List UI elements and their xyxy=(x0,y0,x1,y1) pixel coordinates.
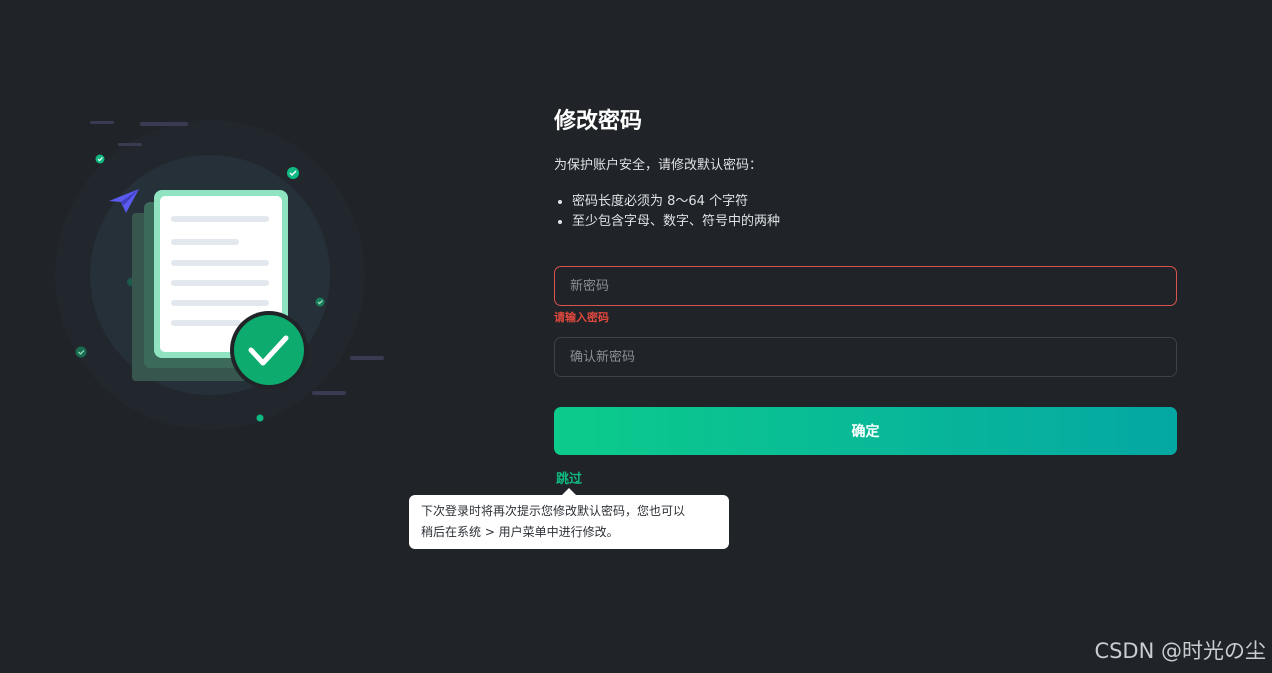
document-line xyxy=(171,300,269,306)
decor-dash xyxy=(118,143,142,146)
change-password-page: 修改密码 为保护账户安全，请修改默认密码： 密码长度必须为 8～64 个字符 至… xyxy=(0,0,1272,673)
password-rules-list: 密码长度必须为 8～64 个字符 至少包含字母、数字、符号中的两种 xyxy=(554,192,1177,232)
decor-check-dot xyxy=(315,297,325,307)
skip-tooltip: 下次登录时将再次提示您修改默认密码，您也可以 稍后在系统 > 用户菜单中进行修改… xyxy=(409,488,729,549)
new-password-input[interactable] xyxy=(554,266,1177,306)
tooltip-line-1: 下次登录时将再次提示您修改默认密码，您也可以 xyxy=(421,504,686,518)
tooltip-line-2: 稍后在系统 > 用户菜单中进行修改。 xyxy=(421,525,619,539)
decor-check-dot xyxy=(256,414,264,422)
decor-check-dot xyxy=(75,346,87,358)
page-title: 修改密码 xyxy=(554,109,643,134)
confirm-password-input[interactable] xyxy=(554,337,1177,377)
decor-check-dot xyxy=(287,167,299,179)
decor-check-dot xyxy=(95,154,105,164)
decor-dash xyxy=(312,391,346,395)
document-line xyxy=(171,239,239,245)
decor-dash xyxy=(140,122,188,126)
document-check-illustration xyxy=(55,120,384,430)
confirm-button[interactable]: 确定 xyxy=(554,407,1177,455)
document-line xyxy=(171,320,241,326)
password-rule-charset: 至少包含字母、数字、符号中的两种 xyxy=(572,212,1177,232)
change-password-form: 修改密码 为保护账户安全，请修改默认密码： 密码长度必须为 8～64 个字符 至… xyxy=(554,100,1177,487)
new-password-error: 请输入密码 xyxy=(554,311,609,324)
decor-dash xyxy=(90,121,114,124)
document-line xyxy=(171,280,269,286)
decor-dash xyxy=(350,356,384,360)
password-rule-length: 密码长度必须为 8～64 个字符 xyxy=(572,192,1177,212)
watermark: CSDN @时光の尘 xyxy=(1094,639,1266,663)
document-line xyxy=(171,260,269,266)
document-line xyxy=(171,216,269,222)
skip-link[interactable]: 跳过 xyxy=(556,468,582,487)
check-icon xyxy=(230,311,308,389)
intro-text: 为保护账户安全，请修改默认密码： xyxy=(554,158,763,173)
